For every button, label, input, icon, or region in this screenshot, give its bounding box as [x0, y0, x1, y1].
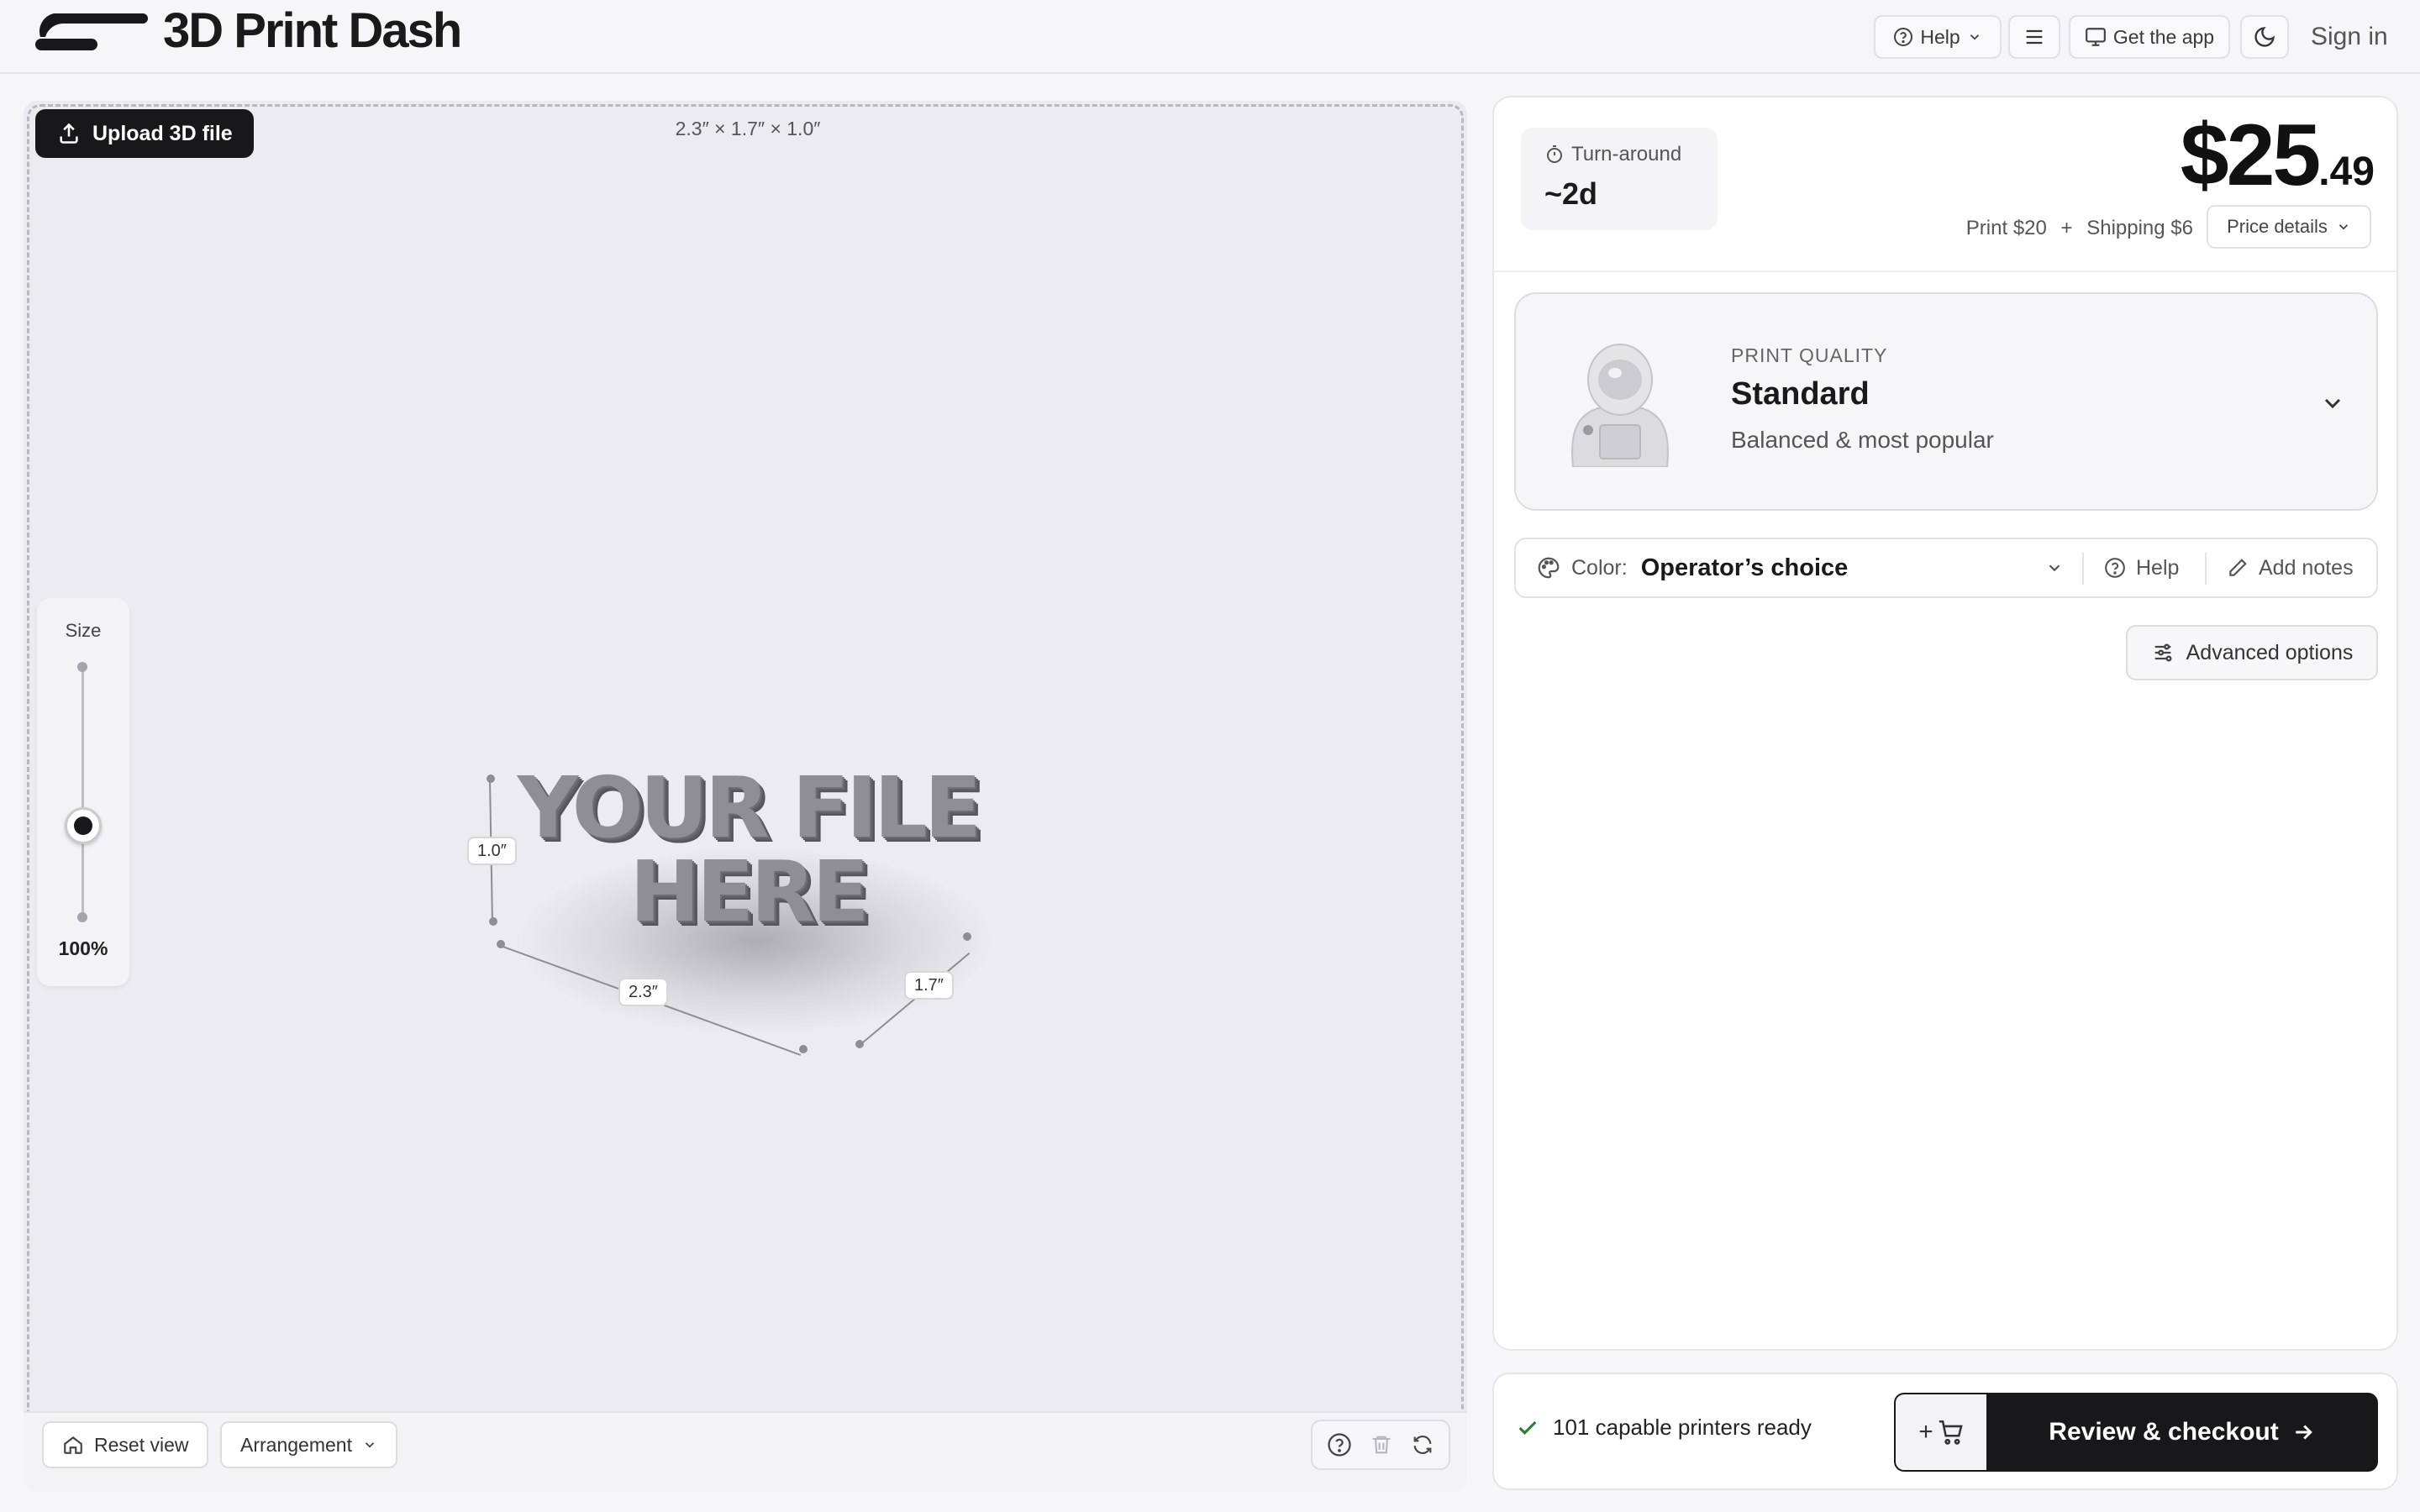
- turnaround-label: Turn-around: [1571, 143, 1682, 165]
- help-circle-icon: [1328, 1433, 1351, 1457]
- review-checkout-button[interactable]: Review & checkout: [1986, 1393, 2378, 1472]
- shipping-cost: Shipping $6: [2086, 217, 2193, 239]
- measure-point: [487, 774, 495, 783]
- add-notes-button[interactable]: Add notes: [2227, 539, 2354, 596]
- timer-icon: [1547, 145, 1562, 163]
- measure-point: [855, 1040, 864, 1048]
- model-text-line1: YOUR FILE: [517, 759, 981, 857]
- model-dimensions: 2.3″ × 1.7″ × 1.0″: [675, 118, 821, 139]
- home-icon: [64, 1436, 82, 1454]
- monitor-icon: [2085, 28, 2106, 46]
- trash-icon: [1372, 1436, 1391, 1454]
- size-percent: 100%: [58, 937, 108, 959]
- size-slider-handle[interactable]: [65, 806, 102, 844]
- reset-view-button[interactable]: Reset view: [42, 1421, 209, 1468]
- size-slider-track[interactable]: [82, 665, 84, 917]
- size-slider-panel: Size 100%: [37, 598, 129, 986]
- price-details-button[interactable]: Price details: [2207, 205, 2371, 249]
- printers-ready-text: 101 capable printers ready: [1553, 1415, 1812, 1440]
- quote-panel: [1492, 96, 2398, 1351]
- delete-model-button[interactable]: [1370, 1433, 1393, 1457]
- arrangement-dropdown[interactable]: Arrangement: [220, 1421, 397, 1468]
- printers-ready-status: 101 capable printers ready: [1516, 1415, 1812, 1441]
- menu-icon: [2026, 29, 2043, 45]
- refresh-icon: [1413, 1436, 1432, 1454]
- print-cost: Print $20: [1965, 217, 2047, 239]
- cart-icon: [1939, 1420, 1963, 1445]
- sliders-icon: [2154, 643, 2172, 662]
- review-checkout-label: Review & checkout: [2049, 1418, 2279, 1446]
- size-slider-bottom-stop: [77, 912, 87, 922]
- chevron-down-icon: [2338, 224, 2349, 230]
- pencil-icon: [2229, 559, 2247, 576]
- theme-toggle-button[interactable]: [2240, 15, 2289, 59]
- model-preview[interactable]: YOUR FILE HERE 1.0″ 2.3″ 1.7″: [454, 739, 1042, 1075]
- palette-icon: [1538, 557, 1560, 579]
- price-breakdown: Print $20 + Shipping $6: [1849, 213, 2193, 244]
- price-plus-sign: +: [2060, 217, 2073, 239]
- options-bar: Color: Operator’s choice Help Add notes: [1514, 538, 2378, 598]
- print-quality-subtitle: Balanced & most popular: [1731, 427, 1994, 453]
- price-details-label: Price details: [2227, 216, 2328, 237]
- help-menu-label: Help: [1920, 25, 1960, 48]
- chevron-down-icon[interactable]: [2045, 559, 2064, 577]
- chevron-down-icon[interactable]: [2319, 390, 2346, 417]
- get-app-label: Get the app: [2112, 25, 2215, 48]
- turnaround-value: ~2d: [1544, 176, 1598, 211]
- advanced-options-button[interactable]: Advanced options: [2126, 625, 2378, 680]
- upload-label: Upload 3D file: [92, 121, 233, 145]
- viewer-tools: [1311, 1420, 1450, 1470]
- color-help-button[interactable]: Help: [2104, 539, 2179, 596]
- sign-in-link[interactable]: Sign in: [2311, 18, 2388, 55]
- moon-icon: [2254, 27, 2275, 47]
- chevron-down-icon: [365, 1442, 375, 1448]
- depth-measure-label: 1.7″: [904, 971, 954, 1000]
- brand-logo-icon[interactable]: [35, 12, 148, 52]
- panel-divider: [1494, 270, 2396, 272]
- advanced-options-label: Advanced options: [2186, 640, 2354, 664]
- model-text-line2: HERE: [629, 843, 869, 941]
- size-slider-top-stop: [77, 662, 87, 672]
- help-circle-icon: [2105, 558, 2125, 578]
- chevron-down-icon: [1970, 34, 1979, 40]
- width-measure-label: 2.3″: [618, 978, 668, 1006]
- add-to-cart-plus: +: [1918, 1418, 1933, 1446]
- arrangement-label: Arrangement: [240, 1433, 352, 1456]
- upload-3d-file-button[interactable]: Upload 3D file: [35, 109, 254, 158]
- arrow-right-icon: [2295, 1425, 2312, 1440]
- upload-icon: [60, 123, 78, 144]
- check-icon: [1518, 1420, 1537, 1435]
- help-circle-icon: [1894, 28, 1913, 46]
- print-quality-caption: PRINT QUALITY: [1731, 344, 1888, 366]
- astronaut-preview-icon: [1571, 344, 1669, 467]
- options-separator: [2205, 553, 2207, 585]
- help-menu-button[interactable]: Help: [1874, 15, 2002, 59]
- get-app-button[interactable]: Get the app: [2069, 15, 2230, 59]
- color-value: Operator’s choice: [1640, 554, 1849, 581]
- color-dropdown[interactable]: Color: Operator’s choice: [1536, 539, 2057, 596]
- brand-name: 3D Print Dash: [163, 3, 462, 58]
- price-dollars: $25: [2180, 107, 2322, 204]
- reset-view-label: Reset view: [94, 1433, 189, 1456]
- color-label: Color:: [1571, 555, 1628, 580]
- turnaround-card: Turn-around ~2d: [1521, 128, 1718, 230]
- menu-button[interactable]: [2008, 15, 2060, 59]
- top-header: 3D Print Dash Help Get the app Sign in: [0, 0, 2420, 74]
- add-notes-label: Add notes: [2259, 555, 2354, 580]
- measure-point: [497, 940, 505, 948]
- viewer-help-button[interactable]: [1327, 1432, 1352, 1457]
- options-separator: [2082, 553, 2084, 585]
- size-label: Size: [65, 620, 102, 641]
- refresh-button[interactable]: [1411, 1433, 1434, 1457]
- measure-point: [799, 1045, 808, 1053]
- measure-point: [489, 917, 497, 926]
- color-help-label: Help: [2136, 555, 2180, 580]
- height-measure-label: 1.0″: [467, 837, 517, 865]
- print-quality-title: Standard: [1731, 376, 1870, 412]
- measure-point: [963, 932, 971, 941]
- price-cents: .49: [2318, 150, 2375, 194]
- add-to-cart-button[interactable]: +: [1894, 1393, 1988, 1472]
